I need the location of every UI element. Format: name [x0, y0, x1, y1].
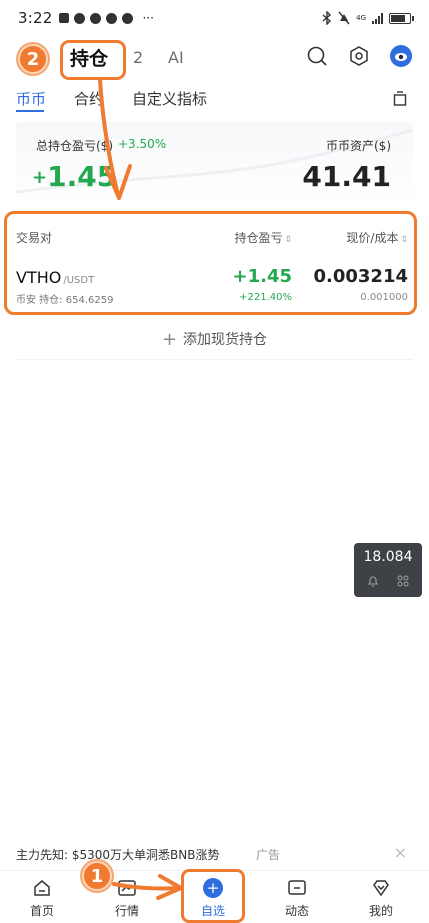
- tab-ai[interactable]: AI: [168, 48, 184, 67]
- sort-icon: ⇕: [284, 235, 292, 245]
- sub-tab-active-indicator: [16, 110, 44, 112]
- status-more: ···: [142, 11, 154, 25]
- edit-list-icon[interactable]: [393, 90, 407, 110]
- ad-banner[interactable]: 主力先知: $5300万大单洞悉BNB涨势 广告 ×: [0, 842, 429, 866]
- settings-hexagon-icon[interactable]: [347, 44, 371, 68]
- annotation-badge-1: 1: [82, 861, 112, 891]
- row-pnl: +1.45: [232, 266, 293, 287]
- sub-tab-spot[interactable]: 币币: [16, 88, 46, 109]
- close-icon[interactable]: ×: [394, 843, 407, 862]
- battery-icon: [389, 12, 414, 24]
- annotation-highlight-holdings: [60, 40, 126, 80]
- signal-icon: [372, 12, 383, 24]
- nav-feed[interactable]: 动态: [267, 877, 327, 919]
- status-bar: 3:22 ··· 4G: [0, 0, 429, 36]
- add-spot-holding-button[interactable]: + 添加现货持仓: [0, 329, 429, 350]
- sub-tab-custom-indicator[interactable]: 自定义指标: [132, 88, 207, 109]
- feed-icon: [267, 877, 327, 899]
- add-spot-holding-label: 添加现货持仓: [183, 332, 268, 348]
- network-label: 4G: [356, 13, 366, 22]
- sub-tab-bar: 币币 合约 自定义指标: [0, 86, 429, 116]
- row-current-price: 0.003214: [313, 266, 408, 287]
- holdings-table: 交易对 持仓盈亏 ⇕ 现价/成本 ⇕ VTHO/USDT 币安 持仓: 654.62…: [4, 211, 417, 315]
- total-pnl-label: 总持仓盈亏($): [36, 139, 113, 153]
- total-pnl-value: +1.45: [32, 160, 116, 193]
- total-pnl-sign: +: [32, 167, 48, 188]
- avatar-icon[interactable]: [389, 44, 413, 68]
- symbol-base: VTHO: [16, 268, 62, 287]
- spot-asset-label: 币币资产($): [326, 139, 391, 153]
- status-time: 3:22: [18, 9, 53, 27]
- top-right-actions: [305, 44, 413, 68]
- sort-icon: ⇕: [400, 235, 408, 245]
- floating-value: 18.084: [363, 549, 413, 565]
- annotation-badge-2: 2: [18, 44, 48, 74]
- ad-tag: 广告: [256, 848, 281, 862]
- header-pnl[interactable]: 持仓盈亏 ⇕: [234, 229, 292, 246]
- nav-profile-label: 我的: [368, 904, 393, 918]
- floating-widget-icons: [354, 575, 422, 587]
- row-cost-price: 0.001000: [360, 292, 408, 303]
- notification-icon: [106, 12, 118, 24]
- notification-icon: [90, 12, 102, 24]
- total-pnl-percent: +3.50%: [118, 137, 167, 151]
- nav-feed-label: 动态: [284, 904, 309, 918]
- status-system-icons: 4G: [322, 11, 414, 25]
- row-symbol: VTHO/USDT: [16, 268, 94, 287]
- floating-price-widget[interactable]: 18.084: [354, 543, 422, 597]
- header-trading-pair: 交易对: [16, 231, 53, 245]
- search-icon[interactable]: [305, 44, 329, 68]
- notification-icon: [59, 13, 70, 23]
- sub-tab-contract[interactable]: 合约: [74, 88, 104, 109]
- nav-home[interactable]: 首页: [12, 877, 72, 919]
- ad-text: 主力先知: $5300万大单洞悉BNB涨势: [16, 848, 220, 862]
- notification-icon: [74, 12, 86, 24]
- portfolio-summary-card: 总持仓盈亏($) +3.50% +1.45 币币资产($) 41.41: [16, 122, 413, 208]
- total-pnl-amount: 1.45: [47, 160, 117, 193]
- home-icon: [12, 877, 72, 899]
- bell-icon[interactable]: [367, 575, 379, 587]
- symbol-quote: /USDT: [63, 275, 95, 286]
- row-pnl-percent: +221.40%: [239, 292, 292, 303]
- header-price-cost-label: 现价/成本: [346, 231, 399, 245]
- status-notification-icons: ···: [59, 11, 154, 25]
- header-price-cost[interactable]: 现价/成本 ⇕: [346, 229, 408, 246]
- grid-icon[interactable]: [397, 575, 409, 587]
- annotation-highlight-favorites: [181, 869, 245, 923]
- nav-profile[interactable]: 我的: [351, 877, 411, 919]
- row-exchange-holding: 币安 持仓: 654.6259: [16, 295, 114, 306]
- mute-icon: [338, 11, 350, 25]
- spot-asset-value: 41.41: [302, 160, 391, 193]
- profile-diamond-icon: [351, 877, 411, 899]
- tab-2[interactable]: 2: [133, 48, 143, 67]
- header-pnl-label: 持仓盈亏: [234, 231, 283, 245]
- plus-icon: +: [161, 329, 178, 350]
- qq-icon: [122, 12, 134, 24]
- divider: [16, 359, 413, 360]
- nav-home-label: 首页: [29, 904, 54, 918]
- bluetooth-icon: [322, 11, 332, 25]
- nav-market-label: 行情: [114, 904, 139, 918]
